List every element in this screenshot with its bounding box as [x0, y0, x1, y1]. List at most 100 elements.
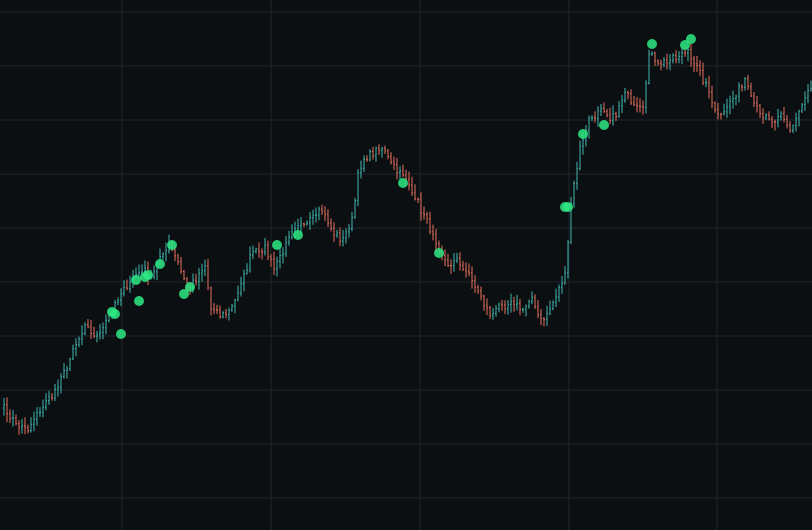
- ohlc-bar: [375, 146, 377, 162]
- ohlc-bar: [507, 300, 509, 315]
- ohlc-bar: [177, 253, 179, 266]
- ohlc-bar: [39, 407, 41, 418]
- ohlc-bar: [768, 111, 770, 121]
- ohlc-bar: [444, 249, 446, 267]
- ohlc-bar: [594, 111, 596, 123]
- ohlc-bar: [84, 322, 86, 336]
- ohlc-bar: [402, 164, 404, 178]
- ohlc-bar: [429, 212, 431, 235]
- ohlc-bar: [411, 176, 413, 196]
- ohlc-bar: [210, 286, 212, 316]
- ohlc-bar: [732, 90, 734, 109]
- ohlc-bar: [15, 414, 17, 426]
- ohlc-bar: [759, 103, 761, 118]
- ohlc-bar: [738, 82, 740, 103]
- ohlc-bar: [777, 108, 779, 128]
- ohlc-bar: [678, 51, 680, 64]
- ohlc-bar: [720, 112, 722, 120]
- price-chart: [0, 0, 812, 530]
- signal-marker: [185, 282, 195, 292]
- ohlc-bar: [309, 212, 311, 231]
- ohlc-bar: [636, 97, 638, 113]
- ohlc-bar: [180, 257, 182, 275]
- ohlc-bar: [273, 251, 275, 275]
- ohlc-bar: [201, 263, 203, 282]
- ohlc-bar: [63, 362, 65, 379]
- ohlc-bar: [378, 144, 380, 155]
- ohlc-bar: [165, 242, 167, 262]
- ohlc-bar: [261, 248, 263, 260]
- ohlc-bar: [576, 161, 578, 190]
- ohlc-bar: [450, 259, 452, 275]
- ohlc-bar: [714, 101, 716, 113]
- ohlc-bar: [780, 111, 782, 121]
- ohlc-bar: [522, 307, 524, 313]
- ohlc-bar: [660, 59, 662, 71]
- ohlc-bar: [381, 146, 383, 158]
- ohlc-bar: [573, 180, 575, 208]
- ohlc-bar: [771, 116, 773, 128]
- ohlc-bar: [513, 296, 515, 312]
- ohlc-bar: [330, 218, 332, 232]
- ohlc-bar: [327, 209, 329, 227]
- ohlc-bar: [750, 82, 752, 98]
- ohlc-bar: [213, 303, 215, 315]
- ohlc-bar: [399, 166, 401, 181]
- ohlc-bar: [285, 236, 287, 258]
- ohlc-bar: [21, 419, 23, 434]
- ohlc-bar: [696, 55, 698, 72]
- ohlc-bar: [354, 197, 356, 219]
- ohlc-bar: [282, 247, 284, 264]
- ohlc-bar: [6, 397, 8, 423]
- ohlc-bar: [102, 322, 104, 340]
- ohlc-bar: [423, 206, 425, 220]
- ohlc-bar: [498, 302, 500, 313]
- ohlc-bar: [360, 160, 362, 179]
- ohlc-bar: [390, 152, 392, 165]
- ohlc-bar: [516, 294, 518, 311]
- ohlc-bar: [336, 229, 338, 239]
- signal-markers: [107, 34, 696, 339]
- ohlc-bar: [36, 406, 38, 426]
- signal-marker: [686, 34, 696, 44]
- ohlc-bar: [624, 87, 626, 103]
- ohlc-bar: [609, 107, 611, 125]
- ohlc-bar: [42, 399, 44, 418]
- ohlc-bar: [744, 77, 746, 91]
- ohlc-bar: [477, 284, 479, 294]
- ohlc-bar: [27, 424, 29, 434]
- ohlc-bar: [339, 227, 341, 247]
- ohlc-bar: [30, 417, 32, 433]
- ohlc-bar: [225, 309, 227, 319]
- ohlc-bar: [654, 51, 656, 66]
- signal-marker: [167, 240, 177, 250]
- ohlc-bar: [270, 254, 272, 267]
- ohlc-bar: [588, 115, 590, 139]
- ohlc-bar: [645, 80, 647, 114]
- signal-marker: [647, 39, 657, 49]
- ohlc-bar: [540, 309, 542, 326]
- ohlc-bar: [546, 305, 548, 326]
- signal-marker: [134, 296, 144, 306]
- ohlc-bar: [648, 49, 650, 85]
- ohlc-bar: [9, 409, 11, 423]
- ohlc-bar: [474, 275, 476, 293]
- ohlc-bar: [528, 299, 530, 309]
- ohlc-bar: [96, 330, 98, 343]
- price-chart-canvas: [0, 0, 812, 530]
- ohlc-bar: [204, 259, 206, 277]
- ohlc-bar: [267, 240, 269, 261]
- ohlc-bar: [255, 247, 257, 254]
- ohlc-bar: [621, 95, 623, 114]
- ohlc-bar: [606, 109, 608, 118]
- ohlc-bar: [519, 299, 521, 316]
- ohlc-bar: [279, 248, 281, 269]
- ohlc-bar: [153, 265, 155, 280]
- ohlc-bar: [447, 253, 449, 267]
- ohlc-bar: [612, 105, 614, 126]
- ohlc-bar: [579, 140, 581, 171]
- ohlc-bar: [87, 319, 89, 329]
- ohlc-bar: [525, 304, 527, 317]
- ohlc-bar: [12, 409, 14, 427]
- ohlc-bar: [468, 263, 470, 277]
